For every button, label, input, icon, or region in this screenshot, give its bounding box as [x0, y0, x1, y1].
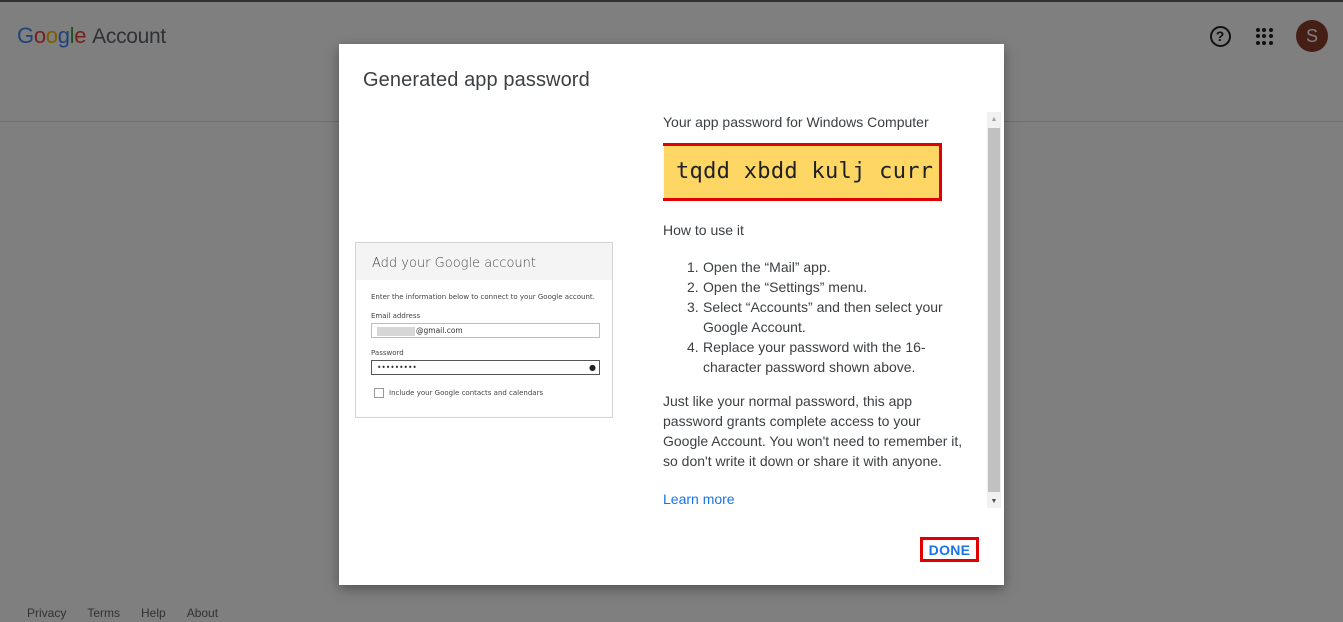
learn-more-link[interactable]: Learn more [663, 491, 735, 507]
instruction-step: 2. Open the “Settings” menu. [687, 277, 957, 297]
eye-icon: ● [589, 363, 596, 372]
illustration-email-label: Email address [371, 312, 421, 320]
instructions-scroll-area[interactable]: Your app password for Windows Computer t… [663, 112, 1003, 508]
illustration-email-field: @gmail.com [371, 323, 600, 338]
illustration-title: Add your Google account [356, 243, 612, 280]
illustration-checkbox [374, 388, 384, 398]
illustration-description: Enter the information below to connect t… [371, 293, 595, 301]
step-text: Select “Accounts” and then select your G… [703, 299, 943, 335]
password-box-edge [663, 146, 664, 198]
step-text: Replace your password with the 16-charac… [703, 339, 926, 375]
how-to-use-heading: How to use it [663, 222, 744, 238]
step-text: Open the “Mail” app. [703, 259, 831, 275]
illustration-password-value: ••••••••• [377, 363, 417, 372]
instruction-steps: 1. Open the “Mail” app. 2. Open the “Set… [687, 257, 957, 377]
app-password-dialog: Generated app password Add your Google a… [339, 44, 1004, 585]
scroll-down-arrow-icon[interactable]: ▼ [987, 494, 1001, 508]
add-account-illustration: Add your Google account Enter the inform… [355, 242, 613, 418]
illustration-password-label: Password [371, 349, 404, 357]
scrollbar-thumb[interactable] [988, 128, 1000, 492]
app-password-box: tqdd xbdd kulj curr [663, 143, 942, 201]
security-note: Just like your normal password, this app… [663, 393, 963, 469]
instructions-scrollbar[interactable]: ▲ ▼ [987, 112, 1001, 508]
instruction-step: 3. Select “Accounts” and then select you… [687, 297, 957, 337]
scroll-up-arrow-icon[interactable]: ▲ [987, 112, 1001, 126]
step-number: 1. [687, 259, 699, 275]
dialog-title: Generated app password [363, 69, 590, 91]
illustration-checkbox-row: Include your Google contacts and calenda… [374, 388, 543, 398]
illustration-checkbox-label: Include your Google contacts and calenda… [389, 389, 544, 397]
step-number: 3. [687, 299, 699, 315]
done-button[interactable]: DONE [920, 537, 979, 562]
illustration-password-field: ••••••••• ● [371, 360, 600, 375]
step-text: Open the “Settings” menu. [703, 279, 868, 295]
password-for-label: Your app password for Windows Computer [663, 114, 929, 130]
instruction-step: 1. Open the “Mail” app. [687, 257, 957, 277]
app-password-value[interactable]: tqdd xbdd kulj curr [676, 159, 933, 184]
instruction-step: 4. Replace your password with the 16-cha… [687, 337, 957, 377]
illustration-email-value: @gmail.com [416, 326, 463, 335]
redacted-email-blur [377, 326, 415, 336]
step-number: 4. [687, 339, 699, 355]
step-number: 2. [687, 279, 699, 295]
